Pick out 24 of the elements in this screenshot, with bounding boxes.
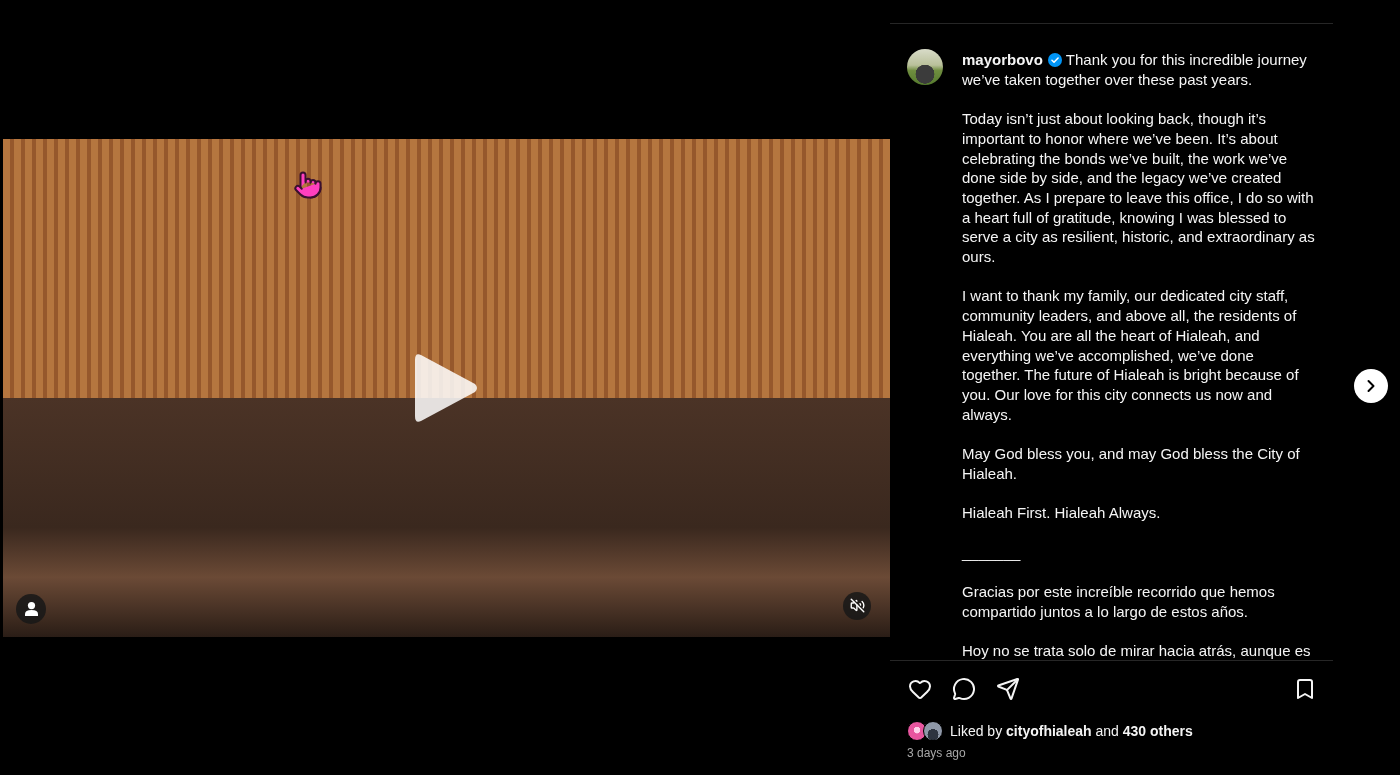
caption-paragraph: Hoy no se trata solo de mirar hacia atrás, aunque es bbox=[962, 641, 1312, 660]
caption-paragraph: May God bless you, and may God bless the City of Hialeah. bbox=[962, 444, 1301, 484]
caption-intro: mayorbovo Thank you for this incredible journey we’ve taken together over these past years. bbox=[962, 50, 1308, 90]
like-button[interactable] bbox=[908, 677, 932, 701]
avatar-icon[interactable] bbox=[907, 49, 943, 85]
caption-paragraph: Gracias por este increíble recorrido que hemos compartido juntos a lo largo de estos años. bbox=[962, 581, 1276, 622]
user-icon bbox=[24, 601, 38, 616]
caption-paragraph: Hialeah First. Hialeah Always. bbox=[962, 503, 1162, 523]
hand-cursor-icon bbox=[293, 169, 323, 200]
comment-button[interactable] bbox=[952, 677, 976, 701]
muted-speaker-icon bbox=[849, 598, 865, 613]
tagged-people-button[interactable] bbox=[16, 593, 46, 624]
caption-paragraph: Today isn’t just about looking back, though it’s important to honor where we’ve been. It’s about celebrating the bonds we’ve built, the work we’ve done side by side, and the legacy we’ve created together. As I prepare to leave this office, I do so with a heart full of gratitude, knowing I was blessed to serve a city as resilient, historic, and extraordinary as ours. bbox=[962, 109, 1316, 267]
liker-avatar-icon bbox=[923, 721, 943, 741]
liker-avatar-icon bbox=[907, 721, 927, 741]
share-button[interactable] bbox=[996, 677, 1020, 701]
post-time: 3 days ago bbox=[907, 745, 967, 761]
caption-paragraph: _______ bbox=[962, 542, 1022, 563]
next-button[interactable] bbox=[1354, 368, 1388, 403]
caption-paragraph: I want to thank my family, our dedicated city staff, community leaders, and above all, the residents of Hialeah. You are all the heart of Hialeah, and everything we’ve accomplished, we’ve done together. The future of Hialeah is bright because of you. Our love for this city connects us now and always. bbox=[962, 286, 1300, 425]
username-link[interactable]: mayorbovo bbox=[962, 51, 1043, 68]
likes-text: Liked by cityofhialeah and 430 others bbox=[950, 723, 1193, 739]
mute-button[interactable] bbox=[843, 591, 871, 620]
play-button[interactable] bbox=[414, 351, 479, 424]
